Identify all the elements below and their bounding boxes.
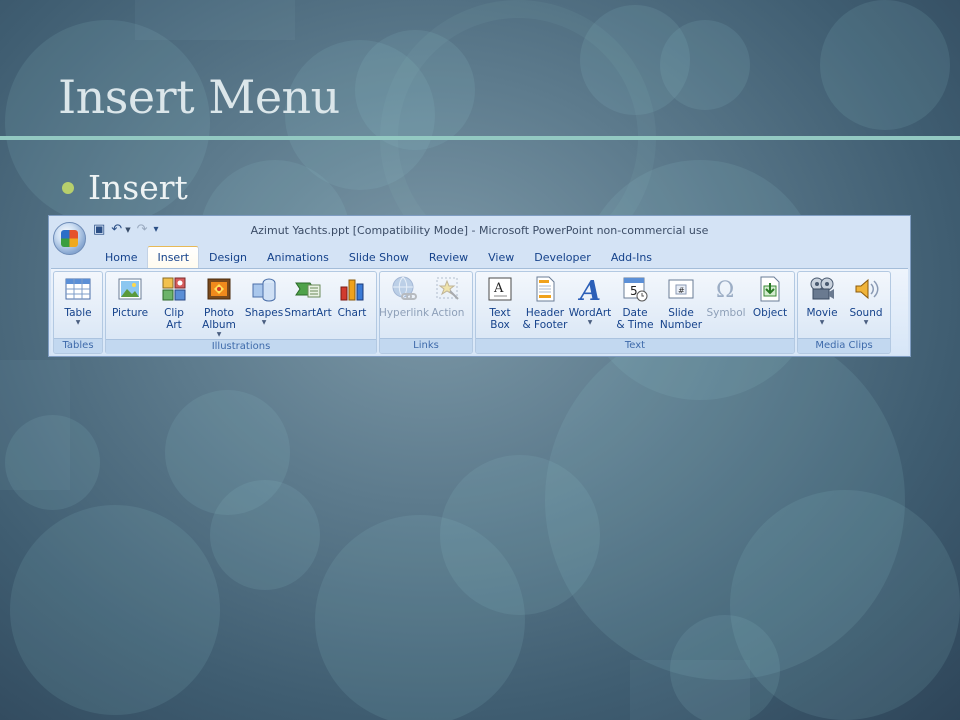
photo-album-button[interactable]: Photo Album ▼ bbox=[196, 275, 242, 339]
movie-icon bbox=[808, 275, 836, 303]
shapes-icon bbox=[250, 275, 278, 303]
text-box-label: Text Box bbox=[489, 307, 511, 331]
slide-number-icon: # bbox=[667, 275, 695, 303]
symbol-icon: Ω bbox=[712, 275, 740, 303]
action-icon bbox=[434, 275, 462, 303]
table-icon bbox=[64, 275, 92, 303]
tab-slide-show[interactable]: Slide Show bbox=[339, 246, 419, 268]
wordart-button[interactable]: A WordArt ▼ bbox=[568, 275, 612, 338]
object-label: Object bbox=[752, 307, 788, 319]
sound-button[interactable]: Sound ▼ bbox=[844, 275, 888, 338]
chevron-down-icon: ▼ bbox=[261, 319, 267, 326]
picture-label: Picture bbox=[111, 307, 149, 319]
movie-button[interactable]: Movie ▼ bbox=[800, 275, 844, 338]
ribbon-tabs: Home Insert Design Animations Slide Show Revi… bbox=[95, 246, 662, 268]
picture-icon bbox=[116, 275, 144, 303]
object-button[interactable]: Object bbox=[748, 275, 792, 338]
svg-text:5: 5 bbox=[630, 284, 638, 298]
table-label: Table bbox=[64, 307, 92, 319]
ribbon: Table ▼ Tables Picture Clip Art Photo Album ▼ S… bbox=[51, 268, 908, 355]
text-box-icon: A bbox=[486, 275, 514, 303]
hyperlink-button[interactable]: Hyperlink bbox=[378, 275, 430, 338]
action-label: Action bbox=[431, 307, 465, 319]
table-button[interactable]: Table ▼ bbox=[56, 275, 100, 338]
chevron-down-icon: ▼ bbox=[587, 319, 593, 326]
bullet-text: Insert bbox=[88, 168, 188, 207]
tab-design[interactable]: Design bbox=[199, 246, 257, 268]
wordart-icon: A bbox=[576, 275, 604, 303]
sound-icon bbox=[852, 275, 880, 303]
ribbon-group-text: A Text Box Header & Footer A WordArt ▼ 5 Date &… bbox=[475, 271, 795, 354]
photo-album-icon bbox=[205, 275, 233, 303]
ribbon-group-tables: Table ▼ Tables bbox=[53, 271, 103, 354]
action-button[interactable]: Action bbox=[426, 275, 470, 338]
ribbon-group-label: Links bbox=[380, 338, 472, 353]
picture-button[interactable]: Picture bbox=[108, 275, 152, 339]
symbol-label: Symbol bbox=[706, 307, 746, 319]
tab-animations[interactable]: Animations bbox=[257, 246, 339, 268]
photo-album-label: Photo Album bbox=[202, 307, 236, 331]
svg-text:Ω: Ω bbox=[716, 278, 734, 303]
smartart-label: SmartArt bbox=[284, 307, 332, 319]
powerpoint-window: ▣ ↶ ▼ ↷ ▾ Azimut Yachts.ppt [Compatibili… bbox=[48, 215, 911, 357]
ribbon-group-illustrations: Picture Clip Art Photo Album ▼ Shapes ▼ SmartA… bbox=[105, 271, 377, 354]
header-footer-label: Header & Footer bbox=[522, 307, 568, 331]
svg-text:A: A bbox=[577, 276, 601, 303]
shapes-label: Shapes bbox=[244, 307, 284, 319]
tab-review[interactable]: Review bbox=[419, 246, 478, 268]
ribbon-group-label: Text bbox=[476, 338, 794, 353]
header-footer-button[interactable]: Header & Footer bbox=[522, 275, 568, 338]
movie-label: Movie bbox=[806, 307, 838, 319]
symbol-button[interactable]: Ω Symbol bbox=[704, 275, 748, 338]
bullet-item: Insert bbox=[62, 168, 188, 207]
ribbon-group-links: Hyperlink Action Links bbox=[379, 271, 473, 354]
wordart-label: WordArt bbox=[568, 307, 612, 319]
clip-art-label: Clip Art bbox=[164, 307, 184, 331]
date-time-button[interactable]: 5 Date & Time bbox=[612, 275, 658, 338]
tab-view[interactable]: View bbox=[478, 246, 524, 268]
chart-label: Chart bbox=[337, 307, 367, 319]
clip-art-button[interactable]: Clip Art bbox=[152, 275, 196, 339]
chart-icon bbox=[338, 275, 366, 303]
ribbon-group-media-clips: Movie ▼ Sound ▼ Media Clips bbox=[797, 271, 891, 354]
chevron-down-icon: ▼ bbox=[819, 319, 825, 326]
chevron-down-icon: ▼ bbox=[216, 331, 222, 338]
svg-text:A: A bbox=[493, 281, 504, 296]
title-divider bbox=[0, 136, 960, 140]
hyperlink-icon bbox=[390, 275, 418, 303]
chevron-down-icon: ▼ bbox=[863, 319, 869, 326]
hyperlink-label: Hyperlink bbox=[378, 307, 430, 319]
slide-number-label: Slide Number bbox=[659, 307, 703, 331]
tab-developer[interactable]: Developer bbox=[524, 246, 601, 268]
header-footer-icon bbox=[531, 275, 559, 303]
ribbon-group-label: Tables bbox=[54, 338, 102, 353]
smartart-button[interactable]: SmartArt bbox=[284, 275, 332, 339]
sound-label: Sound bbox=[849, 307, 883, 319]
tab-home[interactable]: Home bbox=[95, 246, 147, 268]
tab-insert[interactable]: Insert bbox=[147, 246, 200, 268]
ribbon-group-label: Illustrations bbox=[106, 339, 376, 354]
svg-text:#: # bbox=[678, 286, 685, 295]
chevron-down-icon: ▼ bbox=[75, 319, 81, 326]
clip-art-icon bbox=[160, 275, 188, 303]
tab-add-ins[interactable]: Add-Ins bbox=[601, 246, 662, 268]
chart-button[interactable]: Chart bbox=[330, 275, 374, 339]
bullet-dot-icon bbox=[62, 181, 74, 194]
object-icon bbox=[756, 275, 784, 303]
slide-title: Insert Menu bbox=[58, 70, 340, 124]
date-time-icon: 5 bbox=[621, 275, 649, 303]
smartart-icon bbox=[294, 275, 322, 303]
shapes-button[interactable]: Shapes ▼ bbox=[242, 275, 286, 339]
date-time-label: Date & Time bbox=[616, 307, 654, 331]
text-box-button[interactable]: A Text Box bbox=[478, 275, 522, 338]
ribbon-group-label: Media Clips bbox=[798, 338, 890, 353]
window-title: Azimut Yachts.ppt [Compatibility Mode] -… bbox=[250, 224, 709, 237]
slide-number-button[interactable]: # Slide Number bbox=[658, 275, 704, 338]
